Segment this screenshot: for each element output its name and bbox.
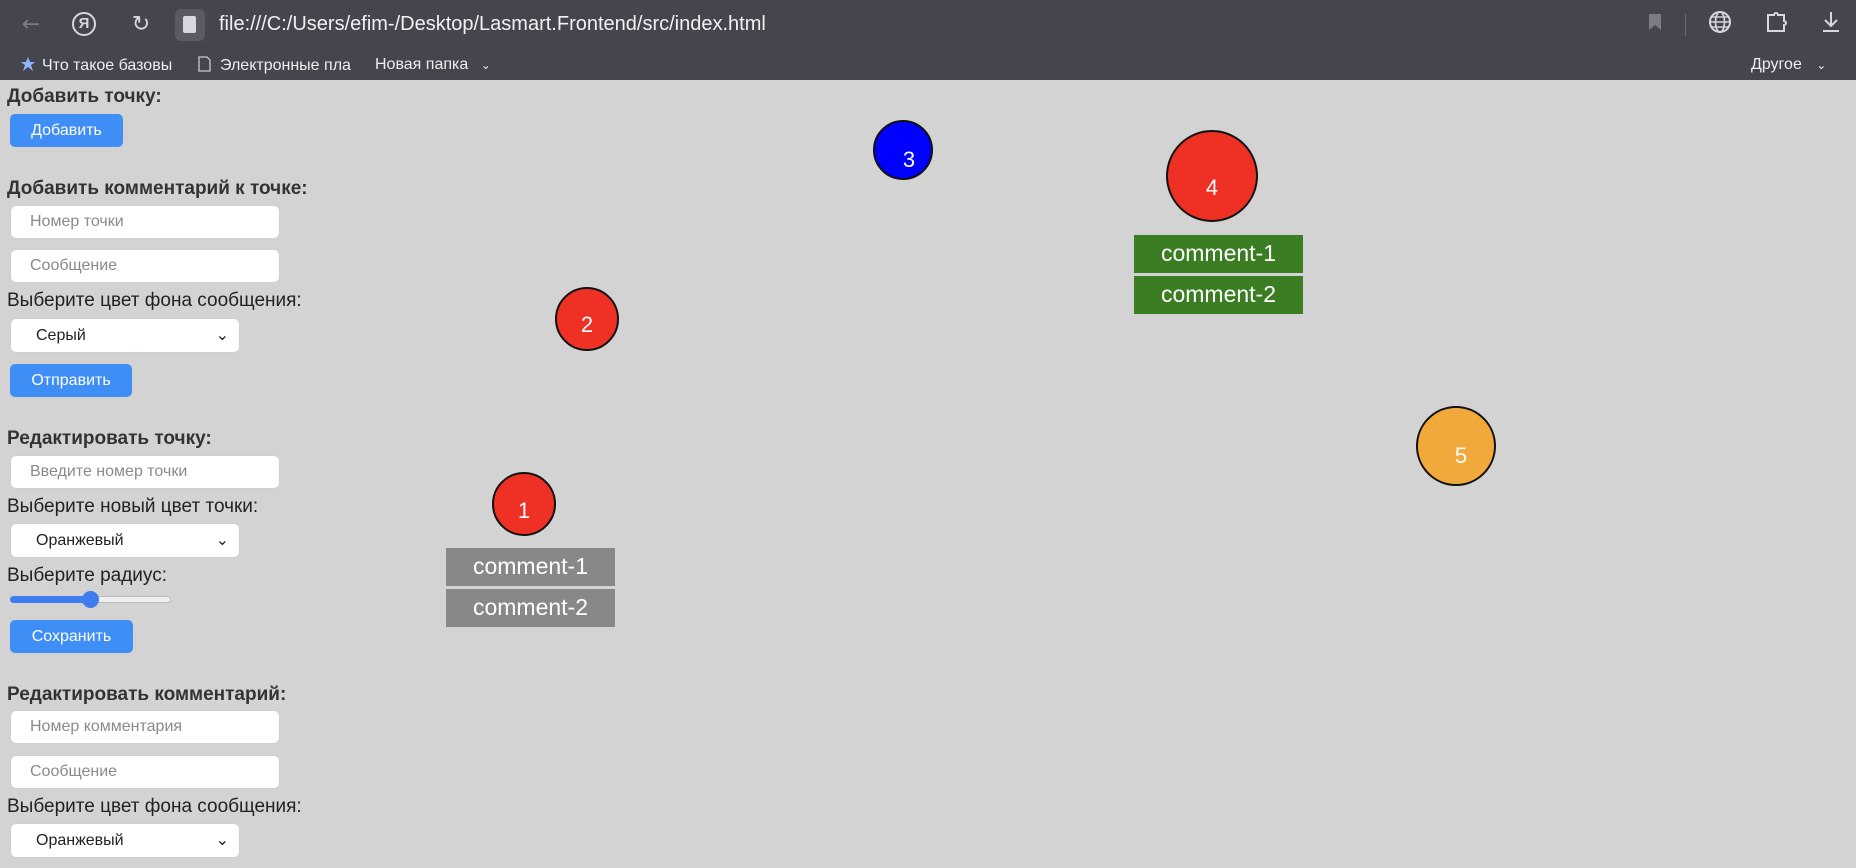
message-input[interactable] [10, 249, 280, 283]
bookmark-icon[interactable] [1640, 10, 1670, 40]
bookmark-label: Электронные пла [220, 57, 351, 74]
point-3[interactable]: 3 [873, 120, 933, 180]
chevron-down-icon: ⌄ [215, 532, 229, 549]
point-color-select[interactable]: Оранжевый ⌄ [10, 523, 240, 558]
comment-1[interactable]: comment-1 [446, 548, 615, 586]
slider-thumb[interactable] [82, 591, 99, 608]
browser-chrome: ← Я ↻ file:///C:/Users/efim-/Desktop/Las… [0, 0, 1856, 80]
yandex-icon[interactable]: Я [72, 12, 96, 36]
bookmark-label: Новая папка [375, 56, 469, 73]
chevron-down-icon: ⌄ [1816, 58, 1827, 72]
select-value: Оранжевый [36, 832, 124, 849]
point-number-input[interactable] [10, 205, 280, 239]
comment-2[interactable]: comment-2 [1134, 276, 1303, 314]
point-color-label: Выберите новый цвет точки: [7, 496, 259, 517]
edit-message-color-label: Выберите цвет фона сообщения: [7, 796, 302, 817]
back-arrow-icon[interactable]: ← [16, 10, 46, 40]
select-value: Оранжевый [36, 532, 124, 549]
add-point-button[interactable]: Добавить [10, 114, 123, 147]
chevron-down-icon: ⌄ [215, 327, 229, 344]
toolbar-separator [1685, 14, 1686, 36]
page-icon [198, 56, 212, 72]
comment-text: comment-1 [1160, 240, 1277, 266]
globe-icon[interactable] [1705, 10, 1735, 40]
comment-text: comment-1 [472, 553, 589, 579]
bookmark-folder[interactable]: Новая папка ⌄ [375, 56, 491, 74]
bookmarks-bar: Что такое базовы Электронные пла Новая п… [0, 50, 1856, 80]
point-5[interactable]: 5 [1416, 406, 1496, 486]
select-value: Серый [36, 327, 86, 344]
point-label: 4 [1205, 175, 1219, 200]
bookmark-label: Что такое базовы [42, 57, 173, 74]
extension-icon[interactable] [1761, 10, 1791, 40]
point-1[interactable]: 1 [492, 472, 556, 536]
point-label: 5 [1454, 443, 1468, 468]
other-bookmarks[interactable]: Другое ⌄ [1751, 56, 1826, 74]
browser-toolbar: ← Я ↻ file:///C:/Users/efim-/Desktop/Las… [0, 0, 1856, 50]
point-label: 2 [580, 312, 594, 337]
save-point-button[interactable]: Сохранить [10, 620, 133, 653]
edit-point-heading: Редактировать точку: [7, 428, 212, 449]
slider-fill [10, 596, 91, 603]
comment-text: comment-2 [472, 594, 589, 620]
reload-icon[interactable]: ↻ [126, 10, 156, 40]
point-label: 3 [902, 147, 916, 172]
point-2[interactable]: 2 [555, 287, 619, 351]
radius-label: Выберите радиус: [7, 565, 167, 586]
other-bookmarks-label: Другое [1751, 56, 1802, 73]
message-color-label: Выберите цвет фона сообщения: [7, 290, 302, 311]
download-icon[interactable] [1816, 10, 1846, 40]
edit-message-color-select[interactable]: Оранжевый ⌄ [10, 823, 240, 858]
radius-slider[interactable] [10, 591, 171, 608]
add-point-heading: Добавить точку: [7, 86, 162, 107]
bookmark-item[interactable]: Электронные пла [198, 56, 356, 75]
point-4[interactable]: 4 [1166, 130, 1258, 222]
message-color-select[interactable]: Серый ⌄ [10, 318, 240, 353]
comment-number-input[interactable] [10, 710, 280, 744]
add-comment-heading: Добавить комментарий к точке: [7, 178, 308, 199]
chevron-down-icon: ⌄ [215, 832, 229, 849]
address-bar[interactable]: file:///C:/Users/efim-/Desktop/Lasmart.F… [219, 13, 766, 36]
comment-2[interactable]: comment-2 [446, 589, 615, 627]
page-icon [183, 16, 196, 33]
site-info-button[interactable] [175, 9, 205, 41]
star-icon [20, 56, 35, 72]
edit-point-number-input[interactable] [10, 455, 280, 489]
chevron-down-icon: ⌄ [480, 58, 491, 72]
comment-1[interactable]: comment-1 [1134, 235, 1303, 273]
edit-message-input[interactable] [10, 755, 280, 789]
edit-comment-heading: Редактировать комментарий: [7, 684, 287, 705]
point-label: 1 [517, 498, 531, 523]
send-comment-button[interactable]: Отправить [10, 364, 132, 397]
bookmark-item[interactable]: Что такое базовы [20, 56, 178, 75]
comment-text: comment-2 [1160, 281, 1277, 307]
